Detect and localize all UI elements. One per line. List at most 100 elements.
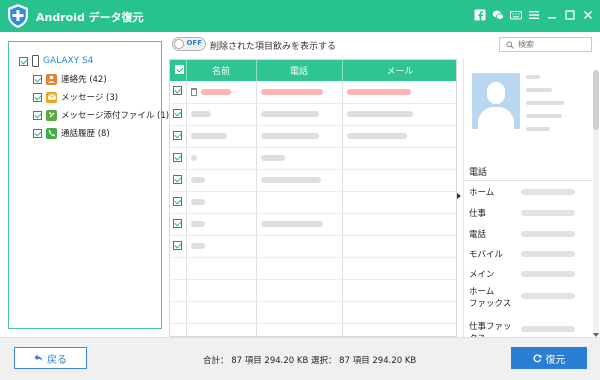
app-logo-icon: [8, 4, 28, 28]
detail-scrollbar[interactable]: [593, 70, 599, 337]
toggle-knob: [174, 39, 184, 49]
back-button-label: 戻る: [47, 354, 67, 366]
tree-item-calls[interactable]: 通話履歴 (8): [33, 127, 110, 139]
blurred-value: [260, 88, 323, 95]
table-row[interactable]: [170, 103, 456, 126]
select-all-checkbox[interactable]: [174, 64, 184, 74]
deleted-only-label: 削除された項目飲みを表示する: [210, 42, 337, 52]
blurred-value: [346, 133, 407, 139]
name-cell: [186, 235, 257, 258]
row-checkbox-cell[interactable]: [170, 191, 187, 214]
blurred-contact-line: [526, 112, 562, 119]
tree-item-contacts[interactable]: 連絡先 (42): [33, 73, 107, 85]
minimize-icon[interactable]: [545, 8, 558, 21]
row-checkbox[interactable]: [173, 86, 182, 96]
row-checkbox-cell[interactable]: [170, 103, 187, 126]
row-checkbox[interactable]: [173, 152, 182, 162]
select-all-cell[interactable]: [170, 60, 187, 81]
chat-icon[interactable]: [491, 8, 504, 21]
close-icon[interactable]: [581, 8, 594, 21]
phone-section-title: 電話: [469, 168, 488, 178]
table-row[interactable]: [170, 125, 456, 148]
row-checkbox[interactable]: [173, 218, 182, 228]
name-cell: [186, 125, 257, 148]
phone-cell: [256, 213, 343, 236]
row-checkbox-cell[interactable]: [170, 213, 187, 236]
table-row[interactable]: [170, 81, 456, 104]
row-checkbox[interactable]: [173, 196, 182, 206]
table-row[interactable]: [170, 147, 456, 170]
row-checkbox-cell[interactable]: [170, 169, 187, 192]
blurred-contact-line: [526, 125, 550, 132]
blurred-value: [200, 88, 231, 95]
maximize-icon[interactable]: [563, 8, 576, 21]
deleted-only-toggle[interactable]: OFF: [172, 37, 206, 51]
name-cell: [186, 81, 257, 104]
collapse-detail-arrow[interactable]: [457, 193, 461, 199]
contact-detail-panel: 電話 ホーム 仕事 電話 モバイル メイン ホーム ファックス 仕事ファッ クス: [463, 59, 600, 337]
blurred-value: [521, 271, 575, 277]
row-checkbox-cell[interactable]: [170, 235, 187, 258]
field-label: 仕事: [469, 209, 487, 219]
blurred-value: [260, 221, 323, 227]
row-checkbox-cell[interactable]: [170, 125, 187, 148]
column-header-email[interactable]: メール: [342, 60, 456, 81]
search-input[interactable]: [518, 39, 590, 50]
row-checkbox[interactable]: [173, 174, 182, 184]
blurred-value: [190, 133, 227, 139]
table-row-empty: [170, 301, 456, 324]
back-arrow-icon: [34, 354, 43, 362]
blurred-value: [260, 177, 321, 183]
table-row[interactable]: [170, 169, 456, 192]
avatar: [472, 73, 520, 129]
blurred-value: [260, 155, 285, 161]
blurred-value: [190, 155, 197, 161]
tree-item-messages[interactable]: メッセージ (3): [33, 91, 118, 103]
table-row-empty: [170, 257, 456, 280]
column-header-name[interactable]: 名前: [186, 60, 257, 81]
row-checkbox-cell[interactable]: [170, 147, 187, 170]
blurred-value: [521, 251, 575, 257]
attachment-icon: [46, 109, 57, 121]
tree-item-label: 通話履歴 (8): [61, 129, 110, 139]
totals-text: 合計： 87 項目 294.20 KB 選択： 87 項目 294.20 KB: [203, 356, 417, 366]
tree-item-label: 連絡先 (42): [61, 75, 107, 85]
calls-checkbox[interactable]: [33, 128, 42, 138]
contacts-checkbox[interactable]: [33, 74, 42, 84]
messages-checkbox[interactable]: [33, 92, 42, 102]
phone-cell: [256, 81, 343, 104]
recover-button[interactable]: 復元: [511, 347, 587, 369]
search-icon: [506, 41, 514, 49]
table-row-empty: [170, 279, 456, 302]
tree-item-label: メッセージ (3): [61, 93, 119, 103]
field-label: モバイル: [469, 250, 504, 260]
column-header-phone[interactable]: 電話: [256, 60, 343, 81]
search-box[interactable]: [499, 37, 592, 52]
table-row[interactable]: [170, 213, 456, 236]
blurred-value: [190, 111, 211, 117]
row-checkbox[interactable]: [173, 130, 182, 140]
menu-icon[interactable]: [527, 8, 540, 21]
keyboard-icon[interactable]: [509, 8, 522, 21]
row-checkbox[interactable]: [173, 240, 182, 250]
device-name: GALAXY S4: [43, 56, 94, 66]
row-checkbox[interactable]: [173, 108, 182, 118]
tree-item-attachments[interactable]: メッセージ添付ファイル (1): [33, 109, 169, 121]
titlebar-icons: [473, 8, 594, 21]
email-cell: [342, 169, 456, 192]
tree-device-row[interactable]: GALAXY S4: [19, 55, 93, 67]
table-row[interactable]: [170, 191, 456, 214]
row-checkbox-cell[interactable]: [170, 81, 187, 104]
device-checkbox[interactable]: [19, 56, 28, 66]
blurred-value: [190, 221, 205, 227]
email-cell: [342, 103, 456, 126]
scrollbar-thumb[interactable]: [593, 70, 599, 130]
facebook-icon[interactable]: [473, 8, 486, 21]
email-cell: [342, 81, 456, 104]
blurred-value: [346, 88, 411, 95]
table-row[interactable]: [170, 235, 456, 258]
blurred-value: [521, 189, 575, 195]
attachments-checkbox[interactable]: [33, 110, 42, 120]
table-header-row: 名前 電話 メール: [170, 60, 456, 81]
back-button[interactable]: 戻る: [14, 347, 87, 369]
